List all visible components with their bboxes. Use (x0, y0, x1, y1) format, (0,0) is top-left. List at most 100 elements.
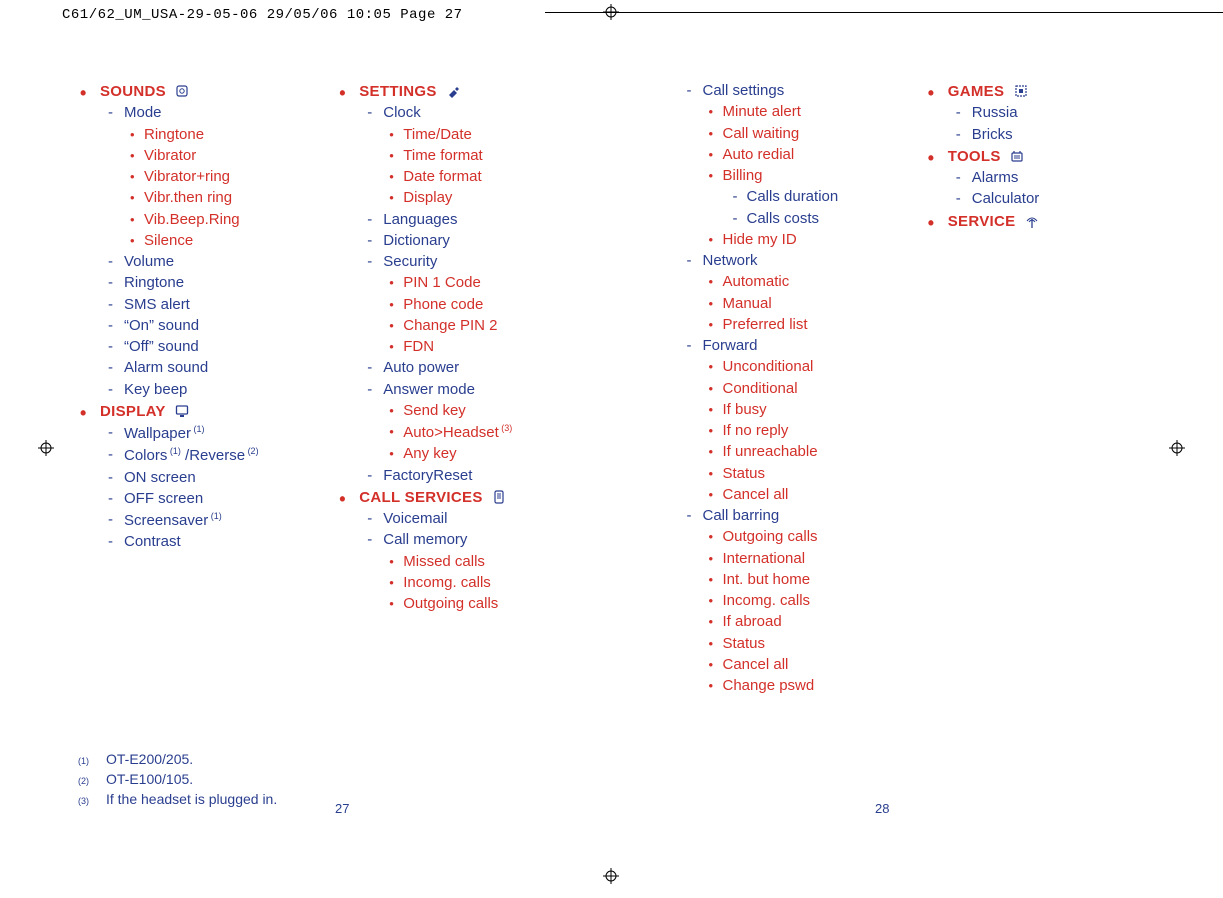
menu-item-label: Security (383, 253, 437, 270)
menu-item-label: Vib.Beep.Ring (144, 211, 240, 228)
footnote-ref: (3) (499, 423, 513, 433)
menu-item: Bricks (926, 125, 1175, 145)
menu-item: Dictionary (337, 231, 586, 251)
menu-item-label: If abroad (723, 613, 782, 630)
menu-item: Colors (1) /Reverse (2) (78, 445, 327, 466)
sounds-icon (174, 84, 190, 98)
menu-item-label: Auto redial (723, 146, 795, 163)
menu-item-label: Call settings (703, 82, 785, 99)
menu-item-label: Time/Date (403, 126, 472, 143)
menu-item: If busy (657, 400, 906, 420)
menu-item-label: Hide my ID (723, 231, 797, 248)
menu-item-label: Change pswd (723, 677, 815, 694)
menu-item-label: Cancel all (723, 486, 789, 503)
menu-item-label: Preferred list (723, 316, 808, 333)
menu-item-label: TOOLS (948, 148, 1001, 165)
menu-item: Calls costs (657, 209, 906, 229)
menu-item: Send key (337, 401, 586, 421)
header-rule (545, 12, 1223, 13)
menu-item: Automatic (657, 272, 906, 292)
menu-item: Call memory (337, 530, 586, 550)
menu-item-label: Incomg. calls (723, 592, 811, 609)
menu-item: Auto redial (657, 145, 906, 165)
menu-item-label: Wallpaper (124, 425, 191, 442)
menu-item: Incomg. calls (337, 573, 586, 593)
menu-item-label: “Off” sound (124, 338, 199, 355)
menu-item: FDN (337, 337, 586, 357)
menu-item: Mode (78, 103, 327, 123)
footnote-text: If the headset is plugged in. (106, 790, 277, 809)
footnote-ref: (1) (167, 446, 181, 456)
menu-item: Vibrator (78, 146, 327, 166)
footnote-text: OT-E100/105. (106, 770, 193, 789)
menu-item: Incomg. calls (657, 591, 906, 611)
menu-item-label: Missed calls (403, 553, 485, 570)
menu-item: Change PIN 2 (337, 316, 586, 336)
menu-item-label: ON screen (124, 469, 196, 486)
menu-item-label: Vibrator (144, 147, 196, 164)
menu-item: Unconditional (657, 357, 906, 377)
menu-item-label: Alarm sound (124, 359, 208, 376)
menu-item-label: Key beep (124, 381, 187, 398)
menu-item-label: Unconditional (723, 358, 814, 375)
menu-item: Languages (337, 210, 586, 230)
menu-item-label: Int. but home (723, 571, 811, 588)
menu-item-label: CALL SERVICES (359, 489, 482, 506)
menu-item-label: Any key (403, 445, 456, 462)
menu-item-label: Volume (124, 253, 174, 270)
menu-item-label: Status (723, 465, 766, 482)
menu-item-label: Cancel all (723, 656, 789, 673)
menu-item: Call barring (657, 506, 906, 526)
menu-item: Key beep (78, 380, 327, 400)
service-icon (1024, 214, 1040, 228)
menu-item-label: Send key (403, 402, 466, 419)
menu-item-label: Network (703, 252, 758, 269)
menu-item: Calls duration (657, 187, 906, 207)
menu-item-label: Call waiting (723, 125, 800, 142)
menu-column: SETTINGS ClockTime/DateTime formatDate f… (337, 80, 596, 828)
menu-item-label: Change PIN 2 (403, 317, 497, 334)
menu-item: Time format (337, 146, 586, 166)
footnote-text: OT-E200/205. (106, 750, 193, 769)
menu-item: Ringtone (78, 125, 327, 145)
page-number: 27 (335, 800, 349, 818)
menu-item: Alarms (926, 168, 1175, 188)
menu-item: SERVICE (926, 212, 1175, 232)
footnote-ref: (1) (208, 511, 222, 521)
footnote-ref: (1) (191, 424, 205, 434)
menu-item: OFF screen (78, 489, 327, 509)
menu-item-label: Incomg. calls (403, 574, 491, 591)
menu-item: FactoryReset (337, 466, 586, 486)
menu-item-label: SMS alert (124, 296, 190, 313)
menu-item: Auto>Headset (3) (337, 422, 586, 443)
menu-item: Wallpaper (1) (78, 423, 327, 444)
footnote: (1)OT-E200/205. (78, 750, 277, 769)
menu-item-label: Forward (703, 337, 758, 354)
menu-item: If unreachable (657, 442, 906, 462)
menu-item-label: Call memory (383, 531, 467, 548)
display-icon (174, 404, 190, 418)
footnotes: (1)OT-E200/205. (2)OT-E100/105. (3)If th… (78, 749, 277, 810)
menu-item-label: Russia (972, 104, 1018, 121)
menu-item-label: GAMES (948, 83, 1005, 100)
menu-item: Forward (657, 336, 906, 356)
menu-item: Clock (337, 103, 586, 123)
menu-item-label: Alarms (972, 169, 1019, 186)
menu-item: Silence (78, 231, 327, 251)
tools-icon (1009, 149, 1025, 163)
menu-item: Outgoing calls (657, 527, 906, 547)
footnote-marker: (2) (78, 775, 106, 787)
menu-item-label: Ringtone (124, 274, 184, 291)
menu-item: Calculator (926, 189, 1175, 209)
menu-item-label: SOUNDS (100, 83, 166, 100)
menu-item: “On” sound (78, 316, 327, 336)
games-icon (1013, 84, 1029, 98)
menu-item-label: FactoryReset (383, 467, 472, 484)
menu-item-label: Contrast (124, 533, 181, 550)
menu-item: Security (337, 252, 586, 272)
footnote-ref: (2) (245, 446, 259, 456)
menu-item: “Off” sound (78, 337, 327, 357)
footnote-marker: (1) (78, 755, 106, 767)
menu-item: Date format (337, 167, 586, 187)
menu-item: Missed calls (337, 552, 586, 572)
